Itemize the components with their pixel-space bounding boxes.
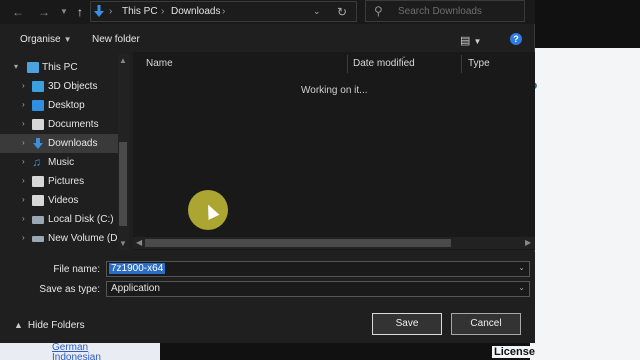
sidebar-item-local-disk-c[interactable]: › Local Disk (C:): [0, 210, 118, 229]
breadcrumb-separator: ›: [161, 6, 165, 17]
sidebar-item-label: Documents: [48, 119, 99, 130]
sidebar-item-desktop[interactable]: › Desktop: [0, 96, 118, 115]
sort-chevron-icon: ⌄: [401, 53, 407, 60]
command-toolbar: Organise ▼ New folder ▤ ▼: [0, 26, 535, 52]
sidebar-item-label: Desktop: [48, 100, 85, 111]
sidebar-item-videos[interactable]: › Videos: [0, 191, 118, 210]
organise-label: Organise: [20, 34, 61, 45]
sidebar-item-label: Local Disk (C:): [48, 214, 114, 225]
scrollbar-thumb[interactable]: [145, 239, 451, 247]
search-icon: ⚲: [374, 4, 383, 18]
navigation-bar: ← → ▼ ↑ › This PC › Downloads › ⌄ ↻ ⚲ Se…: [0, 0, 535, 24]
scroll-down-icon[interactable]: ▼: [119, 239, 127, 248]
column-divider[interactable]: [347, 55, 348, 73]
search-placeholder: Search Downloads: [398, 6, 482, 17]
chevron-up-icon: ▲: [14, 320, 23, 330]
column-divider[interactable]: [461, 55, 462, 73]
sidebar-item-new-volume-d[interactable]: › New Volume (D:: [0, 229, 121, 248]
sidebar-scrollbar[interactable]: ▲ ▼: [118, 54, 129, 250]
background-license-heading: License: [492, 346, 537, 358]
chevron-right-icon: ›: [22, 195, 25, 204]
desktop-icon: [32, 100, 44, 111]
scroll-right-icon[interactable]: ▶: [525, 238, 531, 247]
view-options-button[interactable]: ▤ ▼: [460, 34, 481, 47]
scrollbar-thumb[interactable]: [119, 142, 127, 226]
background-language-strip: German Indonesian: [0, 340, 160, 360]
file-name-combobox[interactable]: 7z1900-x64 ⌄: [106, 261, 530, 277]
view-list-icon: ▤: [460, 35, 471, 47]
up-arrow-icon[interactable]: ↑: [72, 4, 88, 20]
file-name-label: File name:: [53, 264, 100, 275]
chevron-right-icon: ›: [22, 157, 25, 166]
organise-menu-button[interactable]: Organise ▼: [20, 34, 72, 45]
chevron-right-icon: ›: [22, 233, 25, 242]
new-folder-button[interactable]: New folder: [92, 34, 140, 45]
address-bar[interactable]: › This PC › Downloads › ⌄ ↻: [90, 1, 357, 22]
breadcrumb-separator: ›: [109, 6, 113, 17]
column-header-type[interactable]: Type: [468, 58, 490, 69]
column-header-name[interactable]: Name: [146, 58, 173, 69]
forward-arrow-icon[interactable]: →: [36, 4, 52, 20]
chevron-right-icon: ›: [22, 81, 25, 90]
sidebar-item-documents[interactable]: › Documents: [0, 115, 118, 134]
help-icon[interactable]: ?: [510, 33, 522, 45]
recent-locations-chevron-icon[interactable]: ▼: [56, 4, 72, 20]
sidebar-item-label: Downloads: [48, 138, 98, 149]
hide-folders-button[interactable]: ▲ Hide Folders: [14, 320, 85, 331]
chevron-right-icon: ›: [22, 214, 25, 223]
sidebar-item-downloads[interactable]: › Downloads: [0, 134, 118, 153]
save-as-type-value: Application: [111, 283, 160, 294]
documents-icon: [32, 119, 44, 130]
breadcrumb-downloads[interactable]: Downloads: [171, 6, 220, 17]
music-icon: ♫: [32, 155, 41, 169]
save-as-dialog: ← → ▼ ↑ › This PC › Downloads › ⌄ ↻ ⚲ Se…: [0, 0, 535, 343]
chevron-down-icon: ▼: [473, 37, 482, 46]
drive-icon: [32, 216, 44, 224]
chevron-right-icon: ›: [22, 119, 25, 128]
search-box[interactable]: ⚲ Search Downloads: [365, 0, 525, 22]
background-webpage: o: [530, 48, 640, 360]
sidebar-item-label: New Volume (D:: [48, 233, 121, 244]
chevron-right-icon: ›: [22, 138, 25, 147]
address-dropdown-chevron-icon[interactable]: ⌄: [313, 6, 321, 17]
breadcrumb-this-pc[interactable]: This PC: [122, 6, 158, 17]
breadcrumb-separator: ›: [222, 6, 226, 17]
sidebar-item-label: Pictures: [48, 176, 85, 187]
chevron-down-icon: ▾: [14, 62, 19, 71]
cube-icon: [32, 81, 44, 92]
sidebar-item-label: Videos: [48, 195, 79, 206]
save-button[interactable]: Save: [372, 313, 442, 335]
back-arrow-icon[interactable]: ←: [10, 4, 26, 20]
language-link-indonesian[interactable]: Indonesian: [52, 352, 101, 360]
pictures-icon: [32, 176, 44, 187]
videos-icon: [32, 195, 44, 206]
file-list-horizontal-scrollbar[interactable]: ◀ ▶: [133, 237, 535, 249]
scroll-left-icon[interactable]: ◀: [136, 238, 142, 247]
sidebar-item-this-pc[interactable]: ▾ This PC: [0, 58, 118, 77]
sidebar-item-pictures[interactable]: › Pictures: [0, 172, 118, 191]
chevron-down-icon: ▼: [63, 35, 72, 44]
hide-folders-label: Hide Folders: [27, 320, 85, 331]
sidebar-item-label: Music: [48, 157, 75, 168]
sidebar-item-label: This PC: [42, 62, 78, 73]
sidebar-item-music[interactable]: › ♫ Music: [0, 153, 118, 172]
download-icon: [33, 138, 43, 149]
chevron-down-icon[interactable]: ⌄: [518, 283, 525, 292]
scroll-up-icon[interactable]: ▲: [119, 56, 127, 65]
chevron-down-icon[interactable]: ⌄: [518, 263, 525, 272]
navigation-pane: ▾ This PC › 3D Objects › Desktop › Docum…: [0, 54, 130, 250]
save-as-type-label: Save as type:: [39, 284, 100, 295]
file-name-input[interactable]: 7z1900-x64: [109, 263, 166, 274]
download-icon: [94, 5, 104, 17]
cancel-button[interactable]: Cancel: [451, 313, 521, 335]
sidebar-item-label: 3D Objects: [48, 81, 98, 92]
computer-icon: [27, 62, 39, 73]
drive-icon: [32, 236, 44, 242]
save-as-type-select[interactable]: Application ⌄: [106, 281, 530, 297]
refresh-icon[interactable]: ↻: [337, 5, 347, 19]
loading-status-text: Working on it...: [301, 85, 368, 96]
sidebar-item-3d-objects[interactable]: › 3D Objects: [0, 77, 118, 96]
chevron-right-icon: ›: [22, 100, 25, 109]
chevron-right-icon: ›: [22, 176, 25, 185]
